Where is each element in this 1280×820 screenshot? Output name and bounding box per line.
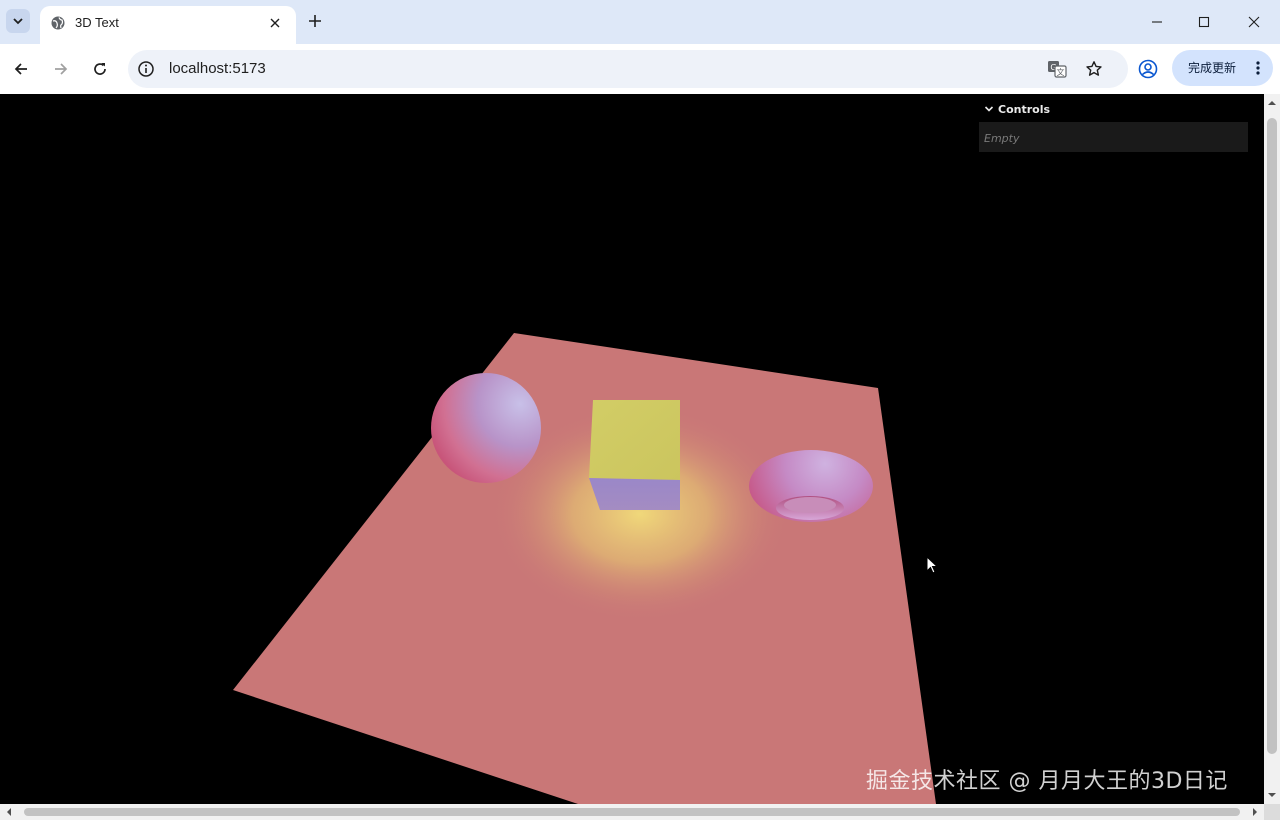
controls-header[interactable]: Controls: [979, 96, 1248, 122]
scroll-right-arrow-icon[interactable]: [1250, 807, 1260, 817]
info-icon[interactable]: [137, 60, 155, 78]
scroll-left-arrow-icon[interactable]: [4, 807, 14, 817]
minimize-button[interactable]: [1145, 10, 1169, 34]
3d-scene: [233, 333, 936, 804]
maximize-icon: [1198, 16, 1210, 28]
url-text[interactable]: localhost:5173: [169, 60, 266, 78]
cube: [589, 400, 680, 510]
tab-close-button[interactable]: [266, 14, 284, 32]
more-menu-button[interactable]: [1250, 59, 1266, 77]
vertical-scrollbar[interactable]: [1264, 94, 1280, 804]
new-tab-button[interactable]: [305, 11, 325, 31]
horizontal-scrollbar[interactable]: [0, 804, 1264, 820]
reload-button[interactable]: [88, 57, 112, 81]
close-icon: [1248, 16, 1260, 28]
minimize-icon: [1152, 21, 1162, 23]
address-bar[interactable]: localhost:5173 G 文: [128, 50, 1128, 88]
horizontal-scroll-thumb[interactable]: [24, 808, 1240, 816]
controls-title: Controls: [998, 103, 1051, 116]
bookmark-button[interactable]: [1084, 59, 1104, 79]
browser-toolbar: localhost:5173 G 文 完成更新: [0, 44, 1280, 94]
update-button-label: 完成更新: [1188, 61, 1237, 75]
controls-empty-text: Empty: [984, 132, 1020, 145]
tab-active[interactable]: 3D Text: [40, 6, 296, 44]
forward-arrow-icon: [55, 63, 68, 75]
svg-text:文: 文: [1057, 67, 1065, 77]
globe-icon: [51, 16, 65, 30]
translate-button[interactable]: G 文: [1047, 59, 1067, 79]
tab-search-button[interactable]: [6, 9, 30, 33]
watermark-text: 掘金技术社区 @ 月月大王的3D日记: [866, 769, 1228, 794]
webgl-canvas[interactable]: Controls Empty 掘金技术社区 @ 月月大王的3D日记: [0, 94, 1264, 804]
tab-title: 3D Text: [75, 15, 119, 30]
scroll-down-arrow-icon[interactable]: [1267, 790, 1277, 800]
profile-button[interactable]: [1136, 57, 1160, 81]
reload-icon: [94, 63, 106, 75]
star-icon: [1086, 61, 1102, 76]
translate-icon: G 文: [1048, 61, 1067, 78]
tab-strip: 3D Text: [0, 0, 1280, 44]
close-icon: [270, 18, 280, 28]
profile-icon: [1138, 59, 1158, 79]
back-button[interactable]: [9, 57, 33, 81]
mouse-cursor-icon: [926, 556, 938, 574]
forward-button[interactable]: [49, 57, 73, 81]
sphere: [431, 373, 541, 483]
back-arrow-icon: [14, 63, 27, 75]
update-button[interactable]: 完成更新: [1172, 50, 1273, 86]
scrollbar-corner: [1264, 804, 1280, 820]
chevron-down-icon: [13, 18, 23, 25]
plus-icon: [309, 15, 321, 27]
maximize-button[interactable]: [1192, 10, 1216, 34]
controls-panel: Controls Empty: [979, 96, 1248, 152]
scroll-up-arrow-icon[interactable]: [1267, 98, 1277, 108]
torus: [749, 450, 873, 522]
chevron-down-icon: [984, 106, 994, 112]
more-vert-icon: [1256, 61, 1260, 75]
vertical-scroll-thumb[interactable]: [1267, 118, 1277, 754]
close-window-button[interactable]: [1242, 10, 1266, 34]
spotlight-glow: [233, 333, 936, 804]
